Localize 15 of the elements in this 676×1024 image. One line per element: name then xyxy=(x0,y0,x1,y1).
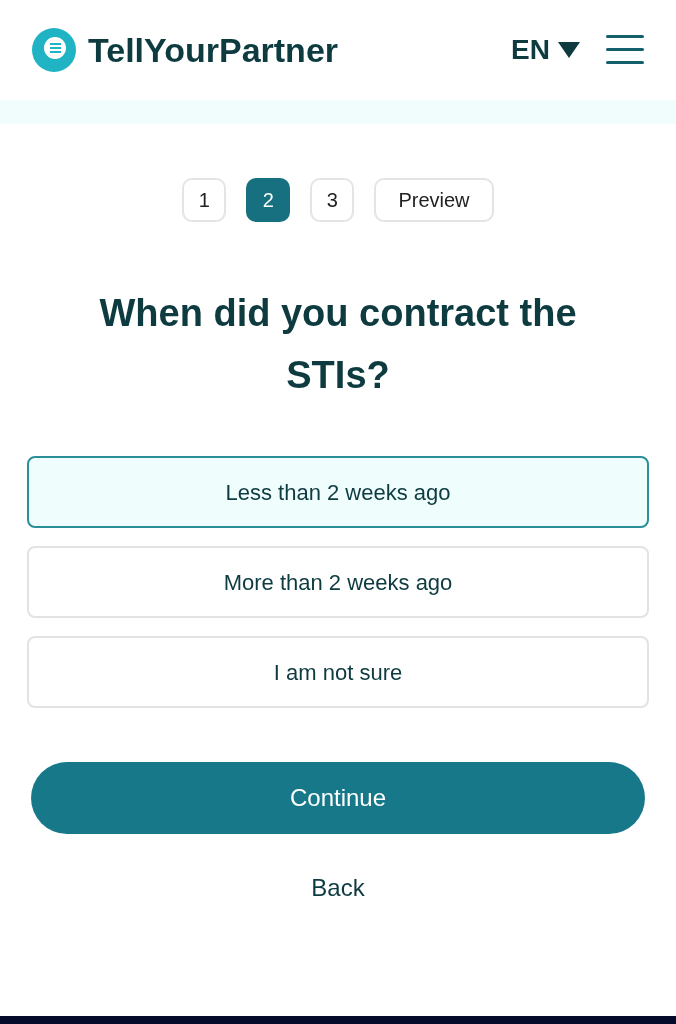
step-tab[interactable]: 1 xyxy=(182,178,227,222)
step-tab[interactable]: Preview xyxy=(374,178,494,222)
answer-option[interactable]: Less than 2 weeks ago xyxy=(27,456,649,528)
step-tab[interactable]: 3 xyxy=(310,178,355,222)
step-tab[interactable]: 2 xyxy=(246,178,291,222)
question-heading: When did you contract the STIs? xyxy=(98,291,578,398)
answer-option[interactable]: More than 2 weeks ago xyxy=(27,546,649,618)
answer-option[interactable]: I am not sure xyxy=(27,636,649,708)
chat-logo-icon xyxy=(32,28,76,72)
menu-icon[interactable] xyxy=(606,35,644,65)
brand-name[interactable]: TellYourPartner xyxy=(88,24,339,76)
language-selector[interactable]: EN xyxy=(511,29,580,71)
caret-icon xyxy=(558,42,580,58)
continue-button[interactable]: Continue xyxy=(31,762,645,834)
back-link[interactable]: Back xyxy=(311,870,365,906)
